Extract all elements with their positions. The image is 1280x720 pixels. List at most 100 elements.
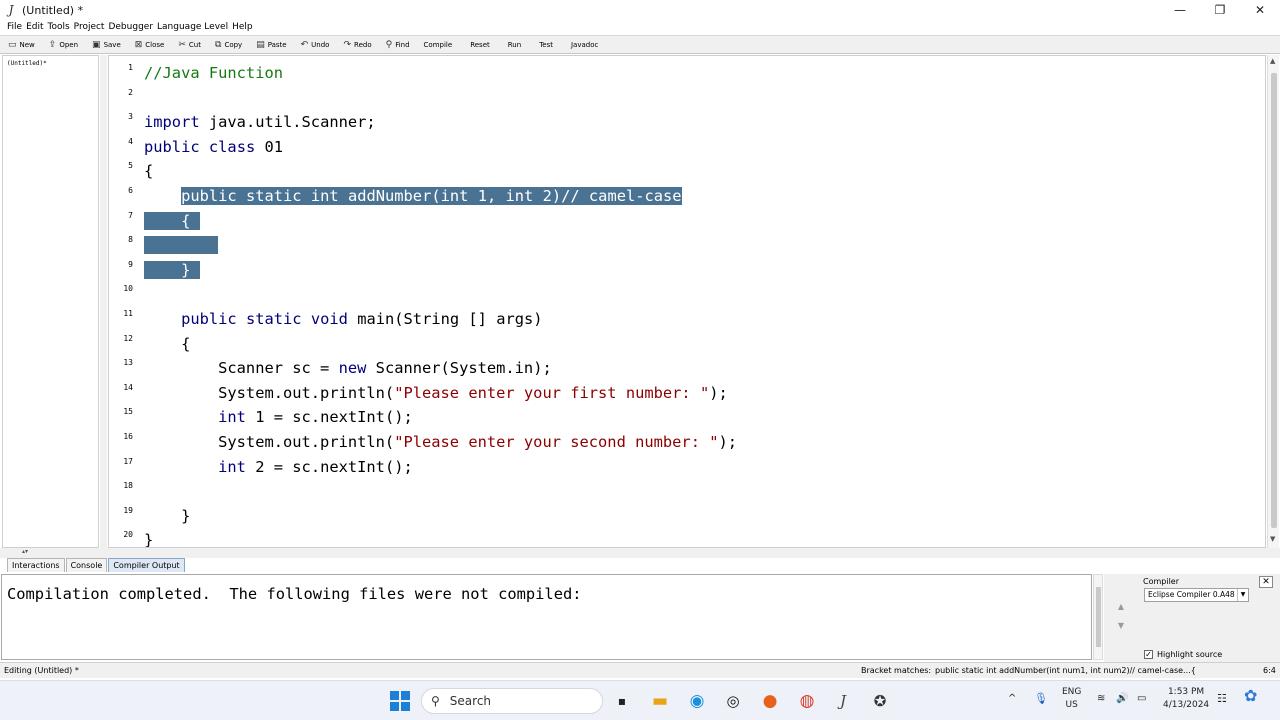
scroll-thumb[interactable] (1271, 73, 1277, 528)
binoculars-icon: ⚲ (385, 39, 393, 50)
editor-vertical-scrollbar[interactable]: ▲ ▼ (1267, 55, 1279, 548)
code-line[interactable]: public class 01 (144, 135, 283, 159)
copilot-icon[interactable]: ✿ (1244, 688, 1257, 704)
document-list-item[interactable]: (Untitled)* (3, 56, 98, 67)
code-line[interactable]: Scanner sc = new Scanner(System.in); (144, 356, 552, 380)
menu-edit[interactable]: Edit (26, 22, 43, 32)
save-button[interactable]: ▣ Save (92, 36, 121, 53)
code-line[interactable]: int 2 = sc.nextInt(); (144, 455, 413, 479)
line-number: 8 (128, 235, 133, 245)
line-number: 17 (123, 456, 133, 466)
search-icon: ⚲ (431, 694, 440, 708)
new-button[interactable]: ▭ New (8, 36, 35, 53)
code-line[interactable]: public static int addNumber(int 1, int 2… (144, 184, 682, 208)
menu-file[interactable]: File (7, 22, 22, 32)
menu-bar: File Edit Tools Project Debugger Languag… (0, 20, 1280, 34)
github-desktop-icon[interactable]: ✪ (869, 690, 891, 712)
tab-interactions[interactable]: Interactions (7, 558, 65, 572)
code-line[interactable]: } (144, 504, 190, 528)
code-line[interactable]: int 1 = sc.nextInt(); (144, 405, 413, 429)
code-editor[interactable]: 1 2 3 4 5 6 7 8 9 10 11 12 13 14 15 16 17 18 19 20 //Java F… (108, 55, 1266, 548)
code-line[interactable]: { (144, 209, 200, 233)
find-button-label: Find (395, 40, 410, 49)
highlight-source-checkbox[interactable]: ✓ Highlight source (1144, 650, 1222, 659)
code-line[interactable]: } (144, 258, 200, 282)
redo-button[interactable]: ↷ Redo (343, 36, 371, 53)
compiler-output-pane[interactable]: Compilation completed. The following fil… (1, 574, 1092, 660)
compile-button[interactable]: Compile (424, 41, 453, 49)
close-window-button[interactable]: ✕ (1240, 0, 1280, 20)
compiler-select[interactable]: Eclipse Compiler 0.A48 ▼ (1144, 588, 1249, 602)
menu-tools[interactable]: Tools (48, 22, 70, 32)
wifi-icon[interactable]: ≋ (1097, 692, 1105, 705)
battery-icon[interactable]: ▭ (1137, 692, 1146, 705)
tab-compiler-output[interactable]: Compiler Output (108, 558, 185, 572)
tab-console[interactable]: Console (65, 558, 108, 572)
scroll-up-icon[interactable]: ▲ (1270, 57, 1275, 65)
dell-app-icon[interactable]: ◎ (722, 690, 744, 712)
find-button[interactable]: ⚲ Find (386, 36, 410, 53)
next-error-icon[interactable]: ▼ (1114, 621, 1128, 630)
taskbar-search-box[interactable]: ⚲ Search (421, 688, 603, 714)
code-line[interactable]: import java.util.Scanner; (144, 110, 376, 134)
status-editing-text: Editing (Untitled) * (4, 666, 79, 675)
line-number-gutter: 1 2 3 4 5 6 7 8 9 10 11 12 13 14 15 16 17 18 19 20 (109, 56, 141, 547)
redo-icon: ↷ (343, 39, 352, 50)
maximize-button[interactable]: ❐ (1200, 0, 1240, 20)
open-button[interactable]: ⇪ Open (49, 36, 78, 53)
clock[interactable]: 1:53 PM 4/13/2024 (1163, 686, 1209, 712)
previous-error-icon[interactable]: ▲ (1114, 602, 1128, 611)
show-hidden-icons-icon[interactable]: ^ (1008, 692, 1016, 705)
line-number: 1 (128, 63, 133, 72)
file-explorer-icon[interactable]: ▬ (649, 690, 671, 712)
code-line[interactable]: } (144, 528, 153, 547)
horizontal-splitter[interactable]: ▴▾ (0, 548, 1280, 558)
line-number: 14 (123, 382, 133, 392)
minimize-button[interactable]: — (1160, 0, 1200, 20)
menu-debugger[interactable]: Debugger (108, 22, 153, 32)
scroll-down-icon[interactable]: ▼ (1270, 535, 1275, 543)
chevron-down-icon[interactable]: ▼ (1237, 589, 1248, 601)
status-bar: Editing (Untitled) * Bracket matches: pu… (0, 662, 1280, 678)
firefox-icon[interactable]: ● (759, 690, 781, 712)
language-indicator[interactable]: ENG US (1062, 686, 1081, 712)
start-button[interactable] (389, 690, 411, 712)
javadoc-button[interactable]: Javadoc (571, 41, 598, 49)
notifications-icon[interactable]: ☷ (1217, 692, 1227, 705)
volume-icon[interactable]: 🔊 (1116, 692, 1128, 705)
task-view-icon[interactable]: ▪ (611, 690, 633, 712)
code-line[interactable]: System.out.println("Please enter your se… (144, 430, 737, 454)
code-line[interactable]: System.out.println("Please enter your fi… (144, 381, 728, 405)
menu-language-level[interactable]: Language Level (157, 22, 228, 32)
line-number: 3 (128, 112, 133, 122)
code-line[interactable]: { (144, 332, 190, 356)
menu-project[interactable]: Project (74, 22, 105, 32)
edge-browser-icon[interactable]: ◉ (686, 690, 708, 712)
code-line[interactable]: { (144, 159, 153, 183)
close-pane-button[interactable]: ✕ (1259, 576, 1273, 588)
line-number: 10 (123, 284, 133, 294)
run-button[interactable]: Run (508, 41, 521, 49)
code-line[interactable] (144, 233, 219, 257)
chrome-icon[interactable]: ◍ (796, 690, 818, 712)
vertical-splitter[interactable]: ◂ ▸ (100, 55, 204, 548)
close-button[interactable]: ⊠ Close (135, 36, 165, 53)
output-scrollbar[interactable] (1093, 574, 1103, 660)
cut-button[interactable]: ✂ Cut (178, 36, 201, 53)
line-number: 12 (123, 333, 133, 343)
open-button-label: Open (59, 40, 79, 49)
drjava-taskbar-icon[interactable]: J (832, 690, 854, 712)
menu-help[interactable]: Help (232, 22, 253, 32)
microphone-icon[interactable]: 🎙 (1034, 692, 1048, 705)
paste-button[interactable]: ▤ Paste (256, 36, 286, 53)
undo-button[interactable]: ↶ Undo (301, 36, 330, 53)
output-scroll-thumb[interactable] (1096, 587, 1101, 647)
code-line[interactable]: //Java Function (144, 61, 283, 85)
code-line[interactable]: public static void main(String [] args) (144, 307, 542, 331)
splitter-arrows-icon[interactable]: ▴▾ (22, 548, 28, 555)
highlight-source-label: Highlight source (1157, 650, 1223, 659)
reset-button[interactable]: Reset (470, 41, 490, 49)
test-button[interactable]: Test (539, 41, 553, 49)
copy-button[interactable]: ⧉ Copy (215, 36, 242, 53)
title-bar: J (Untitled) * — ❐ ✕ (0, 0, 1280, 20)
